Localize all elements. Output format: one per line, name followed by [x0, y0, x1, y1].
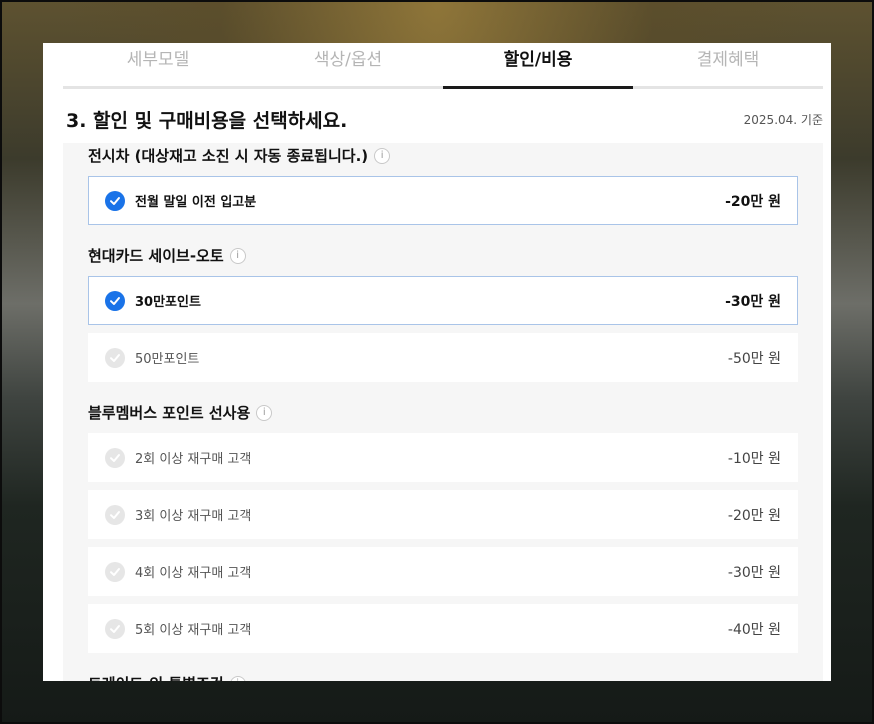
check-icon	[105, 504, 125, 525]
check-icon	[105, 190, 125, 211]
option-price: -20만 원	[725, 193, 781, 210]
section-title: 3. 할인 및 구매비용을 선택하세요.	[66, 109, 348, 132]
discount-list[interactable]: 전시차 (대상재고 소진 시 자동 종료됩니다.) i 전월 말일 이전 입고분…	[63, 143, 823, 681]
group-title-trade-in: 트레이드-인 특별조건 i	[88, 673, 246, 681]
option-price: -50만 원	[727, 350, 781, 367]
option-repurchase-5[interactable]: 5회 이상 재구매 고객 -40만 원	[88, 604, 798, 653]
tab-color-option[interactable]: 색상/옵션	[253, 43, 443, 86]
option-label: 50만포인트	[135, 352, 200, 367]
option-repurchase-4[interactable]: 4회 이상 재구매 고객 -30만 원	[88, 547, 798, 596]
group-title-text: 블루멤버스 포인트 선사용	[88, 404, 251, 422]
option-price: -20만 원	[727, 507, 781, 524]
group-title-hyundai-card: 현대카드 세이브-오토 i	[88, 245, 246, 266]
option-label: 2회 이상 재구매 고객	[135, 452, 252, 467]
reference-date: 2025.04. 기준	[743, 112, 823, 127]
info-icon[interactable]: i	[229, 247, 246, 264]
tab-payment-benefit[interactable]: 결제혜택	[633, 43, 823, 86]
check-icon	[105, 618, 125, 639]
group-title-text: 전시차 (대상재고 소진 시 자동 종료됩니다.)	[88, 147, 369, 165]
option-label: 3회 이상 재구매 고객	[135, 509, 252, 524]
option-label: 전월 말일 이전 입고분	[135, 195, 257, 210]
tab-detail-model[interactable]: 세부모델	[63, 43, 253, 86]
option-label: 30만포인트	[135, 295, 201, 310]
discount-panel: 세부모델 색상/옵션 할인/비용 결제혜택 3. 할인 및 구매비용을 선택하세…	[43, 43, 831, 681]
group-title-blue-members: 블루멤버스 포인트 선사용 i	[88, 402, 273, 423]
option-300k-points[interactable]: 30만포인트 -30만 원	[88, 276, 798, 325]
option-price: -10만 원	[727, 450, 781, 467]
group-title-text: 현대카드 세이브-오토	[88, 247, 224, 265]
option-exhibition-car[interactable]: 전월 말일 이전 입고분 -20만 원	[88, 176, 798, 225]
check-icon	[105, 290, 125, 311]
option-price: -30만 원	[727, 564, 781, 581]
info-icon[interactable]: i	[256, 404, 273, 421]
info-icon[interactable]: i	[374, 147, 391, 164]
section-header: 3. 할인 및 구매비용을 선택하세요. 2025.04. 기준	[66, 105, 823, 133]
check-icon	[105, 561, 125, 582]
option-repurchase-2[interactable]: 2회 이상 재구매 고객 -10만 원	[88, 433, 798, 482]
check-icon	[105, 347, 125, 368]
option-label: 4회 이상 재구매 고객	[135, 566, 252, 581]
tab-discount-cost[interactable]: 할인/비용	[443, 43, 633, 89]
group-title-text: 트레이드-인 특별조건	[88, 673, 224, 681]
option-price: -30만 원	[725, 293, 781, 310]
group-title-exhibition-car: 전시차 (대상재고 소진 시 자동 종료됩니다.) i	[88, 145, 391, 166]
option-500k-points[interactable]: 50만포인트 -50만 원	[88, 333, 798, 382]
step-tabs: 세부모델 색상/옵션 할인/비용 결제혜택	[63, 43, 823, 89]
info-icon[interactable]: i	[229, 675, 246, 681]
option-price: -40만 원	[727, 621, 781, 638]
option-repurchase-3[interactable]: 3회 이상 재구매 고객 -20만 원	[88, 490, 798, 539]
check-icon	[105, 447, 125, 468]
option-label: 5회 이상 재구매 고객	[135, 623, 252, 638]
